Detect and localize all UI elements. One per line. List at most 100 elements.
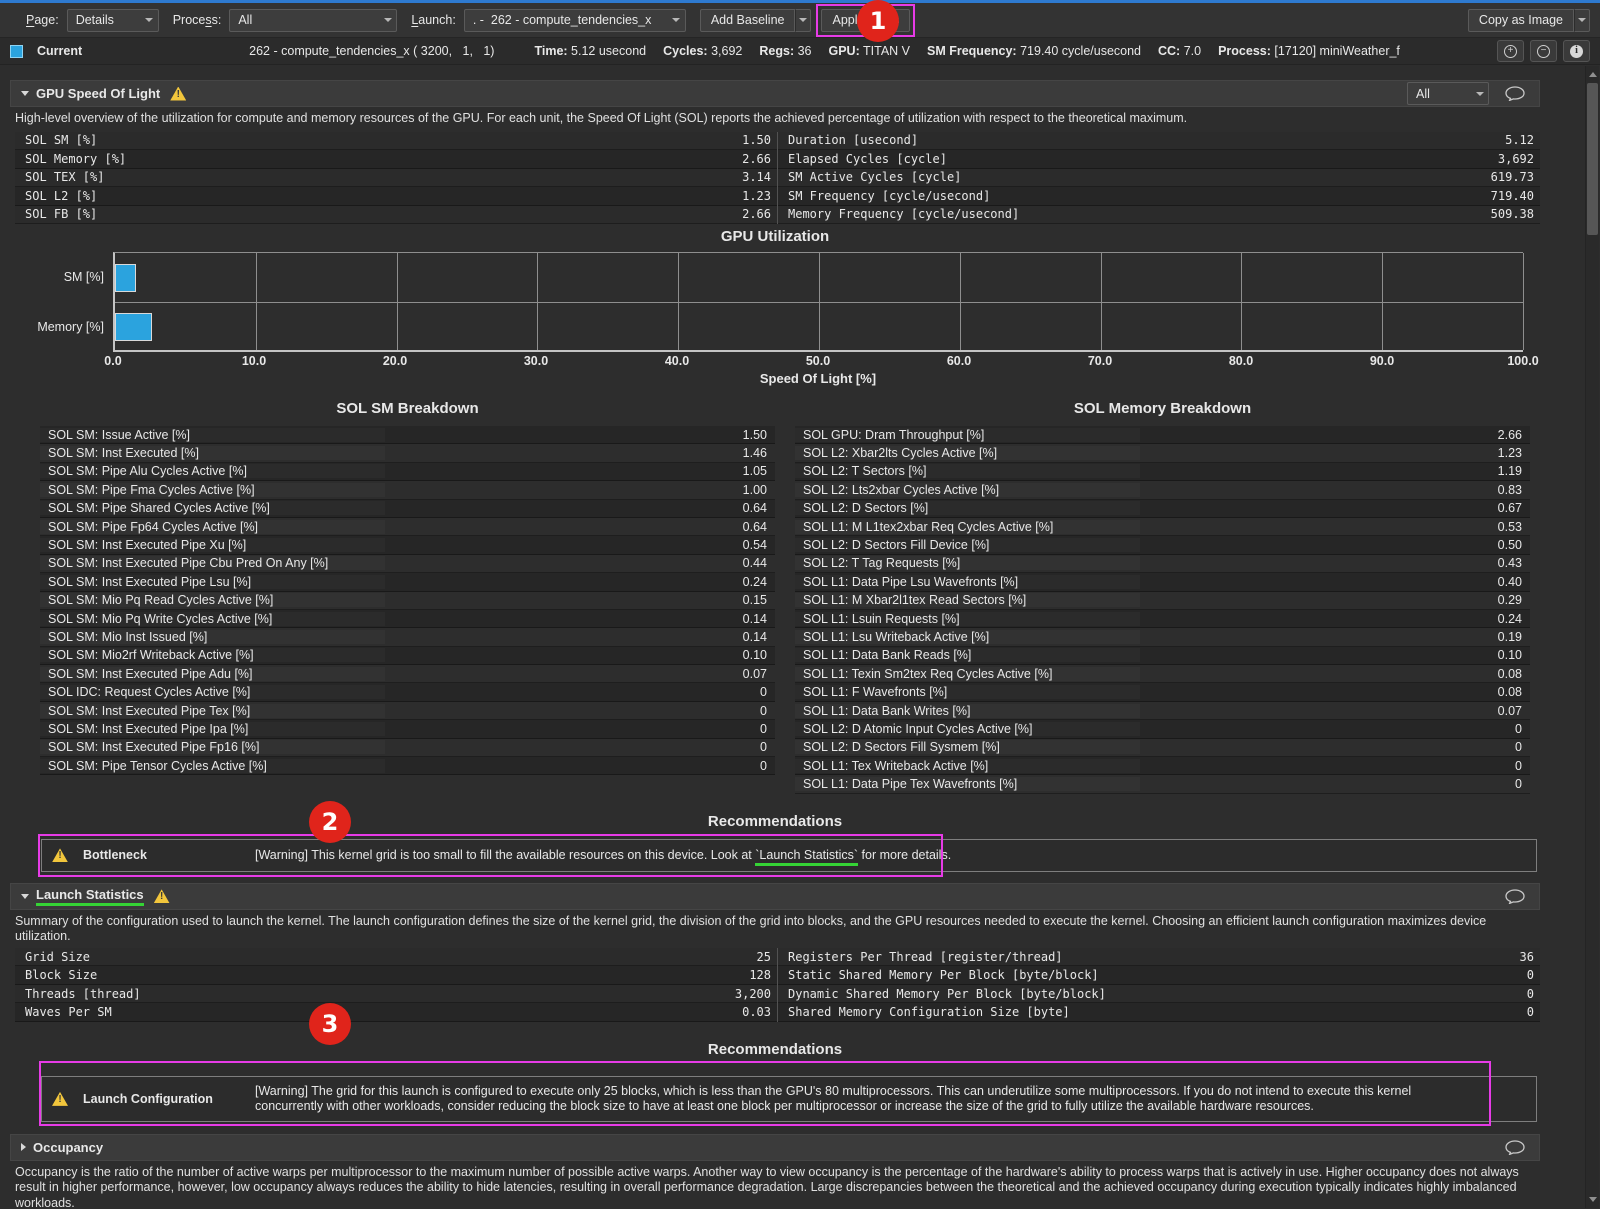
add-baseline-button[interactable]: Add Baseline (700, 9, 796, 32)
section-header-controls (1501, 1139, 1529, 1156)
comment-icon[interactable] (1501, 1139, 1529, 1156)
metric-label: SOL IDC: Request Cycles Active [%] (40, 685, 385, 699)
metric-label: SOL SM: Inst Executed [%] (40, 446, 385, 460)
chart-x-ticks: 0.010.020.030.040.050.060.070.080.090.01… (113, 352, 1523, 369)
section-header-occupancy[interactable]: Occupancy (10, 1134, 1540, 1161)
summary-field: Cycles: 3,692 (663, 44, 742, 58)
table-row: Waves Per SM0.03 (15, 1003, 777, 1022)
table-row: SOL SM: Inst Executed Pipe Ipa [%]0 (40, 720, 775, 738)
metric-label: SOL SM: Pipe Fma Cycles Active [%] (40, 483, 385, 497)
metric-value: 36 (1520, 950, 1540, 964)
metric-label: Static Shared Memory Per Block [byte/blo… (778, 968, 1527, 982)
scroll-up-button[interactable] (1586, 67, 1599, 82)
chart-body: SM [%]Memory [%] (10, 252, 1540, 352)
sol-summary-table: SOL SM [%]1.50SOL Memory [%]2.66SOL TEX … (15, 132, 1540, 225)
launch-statistics-link[interactable]: `Launch Statistics` (755, 848, 858, 866)
metric-label: SOL SM [%] (15, 133, 742, 147)
metric-value: 2.66 (742, 207, 777, 221)
metric-label: SOL L2: D Atomic Input Cycles Active [%] (795, 722, 1140, 736)
metric-value: 0 (385, 740, 775, 754)
metric-label: SOL SM: Pipe Alu Cycles Active [%] (40, 464, 385, 478)
metric-value: 2.66 (1140, 428, 1530, 442)
launch-label: Launch: (411, 13, 455, 27)
launch-dropdown[interactable]: . - 262 - compute_tendencies_x (464, 9, 686, 32)
metric-label: SOL SM: Inst Executed Pipe Lsu [%] (40, 575, 385, 589)
metric-label: SM Frequency [cycle/usecond] (778, 189, 1491, 203)
metric-value: 0.10 (1140, 648, 1530, 662)
x-tick-label: 60.0 (947, 354, 971, 368)
comment-icon[interactable] (1501, 888, 1529, 905)
table-row: SOL SM: Inst Executed [%]1.46 (40, 444, 775, 462)
metric-value: 0.14 (385, 612, 775, 626)
table-row: SOL SM: Inst Executed Pipe Lsu [%]0.24 (40, 573, 775, 591)
metric-label: Dynamic Shared Memory Per Block [byte/bl… (778, 987, 1527, 1001)
table-row: SM Frequency [cycle/usecond]719.40 (778, 187, 1540, 206)
vertical-scrollbar[interactable] (1585, 66, 1599, 1208)
sol-memory-breakdown: SOL Memory Breakdown SOL GPU: Dram Throu… (795, 393, 1530, 794)
field-label: CC: (1158, 44, 1180, 58)
metric-label: Memory Frequency [cycle/usecond] (778, 207, 1491, 221)
chart-title: GPU Utilization (10, 227, 1540, 249)
section-header-gpu-speed-of-light[interactable]: GPU Speed Of Light All (10, 80, 1540, 107)
recommendations-heading: Recommendations (10, 812, 1540, 832)
x-tick-label: 10.0 (242, 354, 266, 368)
metric-value: 0.07 (1140, 704, 1530, 718)
comment-icon[interactable] (1501, 85, 1529, 102)
metric-value: 0 (385, 759, 775, 773)
section-header-launch-statistics[interactable]: Launch Statistics (10, 883, 1540, 910)
metric-value: 0.15 (385, 593, 775, 607)
table-row: Static Shared Memory Per Block [byte/blo… (778, 966, 1540, 985)
sol-filter-dropdown[interactable]: All (1407, 82, 1489, 105)
metric-value: 0.64 (385, 520, 775, 534)
metric-value: 0.40 (1140, 575, 1530, 589)
table-row: SOL SM: Pipe Shared Cycles Active [%]0.6… (40, 500, 775, 518)
copy-as-image-dropdown-arrow[interactable] (1574, 9, 1590, 32)
chart-x-axis-label: Speed Of Light [%] (113, 369, 1523, 389)
x-tick-label: 20.0 (383, 354, 407, 368)
chevron-down-icon (379, 10, 396, 31)
table-row: SOL L1: M Xbar2l1tex Read Sectors [%]0.2… (795, 592, 1530, 610)
launch-statistics-table: Grid Size25Block Size128Threads [thread]… (15, 948, 1540, 1022)
metric-label: SM Active Cycles [cycle] (778, 170, 1491, 184)
table-row: SOL TEX [%]3.14 (15, 169, 777, 188)
x-tick-label: 30.0 (524, 354, 548, 368)
zoom-out-button[interactable]: − (1530, 40, 1557, 62)
recommendation-text: [Warning] This kernel grid is too small … (255, 848, 951, 863)
table-row: Block Size128 (15, 966, 777, 985)
table-row: SOL L1: Data Bank Writes [%]0.07 (795, 702, 1530, 720)
scrollbar-thumb[interactable] (1587, 83, 1598, 235)
table-row: Threads [thread]3,200 (15, 985, 777, 1004)
metric-value: 0 (1140, 740, 1530, 754)
metric-label: Elapsed Cycles [cycle] (778, 152, 1498, 166)
zoom-in-button[interactable]: + (1497, 40, 1524, 62)
page-dropdown[interactable]: Details (67, 9, 159, 32)
copy-as-image-button[interactable]: Copy as Image (1468, 9, 1574, 32)
metric-label: SOL L2: T Tag Requests [%] (795, 556, 1140, 570)
metric-label: SOL L1: F Wavefronts [%] (795, 685, 1140, 699)
process-dropdown[interactable]: All (229, 9, 397, 32)
field-label: GPU: (829, 44, 860, 58)
current-label: Current (37, 44, 82, 58)
add-baseline-dropdown-arrow[interactable] (795, 9, 811, 32)
kernel-name: 262 - compute_tendencies_x ( 3200, 1, 1) (249, 44, 494, 58)
table-row: SOL SM: Mio2rf Writeback Active [%]0.10 (40, 647, 775, 665)
chart-y-labels: SM [%]Memory [%] (10, 252, 113, 352)
recommendation-bottleneck: Bottleneck [Warning] This kernel grid is… (41, 839, 1537, 872)
metric-label: Threads [thread] (15, 987, 735, 1001)
warning-icon (170, 87, 186, 101)
metric-label: Shared Memory Configuration Size [byte] (778, 1005, 1527, 1019)
collapse-triangle-icon (21, 91, 29, 96)
metric-value: 0.03 (742, 1005, 777, 1019)
sm-breakdown-table: SOL SM: Issue Active [%]1.50SOL SM: Inst… (40, 426, 775, 775)
metric-value: 0.14 (385, 630, 775, 644)
scroll-down-button[interactable] (1586, 1192, 1599, 1207)
section-header-controls (1501, 888, 1529, 905)
x-tick-label: 50.0 (806, 354, 830, 368)
recommendation-name: Launch Configuration (83, 1092, 251, 1106)
table-row: SOL Memory [%]2.66 (15, 150, 777, 169)
info-button[interactable]: i (1563, 40, 1590, 62)
kernel-summary-bar: Current 262 - compute_tendencies_x ( 320… (0, 38, 1600, 65)
breakdown-tables: SOL SM Breakdown SOL SM: Issue Active [%… (40, 393, 1540, 794)
metric-label: SOL L1: Data Bank Writes [%] (795, 704, 1140, 718)
field-value: [17120] miniWeather_f (1271, 44, 1400, 58)
